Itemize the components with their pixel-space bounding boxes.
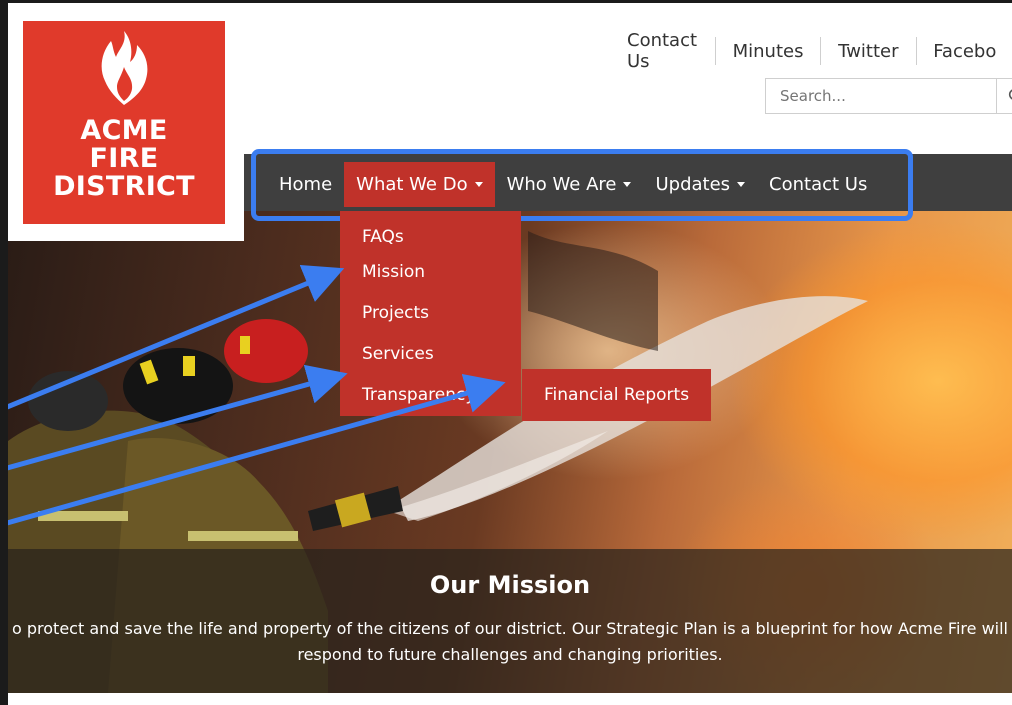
- utility-nav: Contact Us Minutes Twitter Facebo: [610, 30, 1012, 72]
- dropdown-item-services[interactable]: Services: [340, 333, 521, 374]
- logo-line-1: ACME: [80, 115, 168, 146]
- utility-link-contact-us[interactable]: Contact Us: [610, 30, 715, 72]
- caret-down-icon: [474, 182, 483, 187]
- flame-icon: [101, 31, 148, 105]
- dropdown-item-transparency[interactable]: Transparency: [340, 374, 521, 415]
- nav-item-updates[interactable]: Updates: [643, 162, 757, 207]
- logo-wordmark: ACME FIRE DISTRICT: [53, 117, 195, 201]
- mission-statement: o protect and save the life and property…: [8, 616, 1012, 668]
- utility-link-minutes[interactable]: Minutes: [716, 41, 821, 62]
- dropdown-item-mission[interactable]: Mission: [340, 251, 521, 292]
- utility-link-facebook[interactable]: Facebo: [916, 41, 1012, 62]
- what-we-do-dropdown: FAQs Mission Projects Services Transpare…: [340, 211, 521, 416]
- utility-link-twitter[interactable]: Twitter: [821, 41, 915, 62]
- window-left-edge: [0, 0, 8, 705]
- dropdown-item-projects[interactable]: Projects: [340, 292, 521, 333]
- nav-item-label: Who We Are: [506, 174, 617, 195]
- caret-down-icon: [623, 182, 632, 187]
- search-icon: [1008, 89, 1012, 100]
- nav-item-contact-us[interactable]: Contact Us: [757, 162, 879, 207]
- nav-item-who-we-are[interactable]: Who We Are: [495, 162, 644, 207]
- caret-down-icon: [737, 182, 746, 187]
- nav-item-label: What We Do: [356, 174, 468, 195]
- nav-item-what-we-do[interactable]: What We Do: [344, 162, 495, 207]
- search-input[interactable]: [765, 78, 997, 114]
- nav-item-label: Updates: [655, 174, 731, 195]
- search-button[interactable]: [996, 78, 1012, 114]
- mission-text-line: respond to future challenges and changin…: [297, 645, 723, 664]
- dropdown-item-faqs[interactable]: FAQs: [340, 211, 521, 251]
- logo-line-2: FIRE: [89, 143, 159, 174]
- nav-item-home[interactable]: Home: [267, 162, 344, 207]
- nav-item-label: Home: [279, 174, 333, 195]
- window-top-edge: [0, 0, 1012, 3]
- logo-line-3: DISTRICT: [53, 171, 195, 202]
- mission-text-line: o protect and save the life and property…: [12, 619, 1008, 638]
- site-logo[interactable]: ACME FIRE DISTRICT: [8, 3, 244, 241]
- mission-heading: Our Mission: [429, 571, 591, 599]
- submenu-item-financial-reports[interactable]: Financial Reports: [522, 369, 711, 421]
- nav-item-label: Contact Us: [769, 174, 868, 195]
- logo-badge: ACME FIRE DISTRICT: [23, 21, 225, 224]
- nav-menu: Home What We Do Who We Are Updates Conta…: [267, 162, 879, 207]
